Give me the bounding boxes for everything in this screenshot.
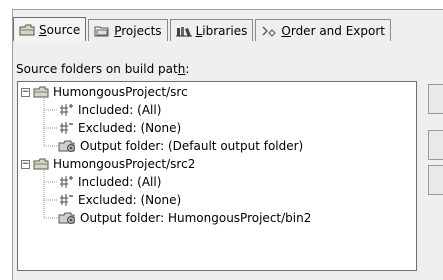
edit-button[interactable] (428, 165, 443, 195)
tab-libraries[interactable]: Libraries (169, 19, 254, 41)
source-folder-icon (33, 85, 49, 99)
tree-child-label: Output folder: HumongousProject/bin2 (80, 211, 312, 225)
tree-child-node[interactable]: Output folder: (Default output folder) (58, 137, 303, 155)
tree-child-node[interactable]: Excluded: (None) (58, 119, 181, 137)
tree-child-label: Excluded: (None) (78, 121, 182, 135)
exclusion-filter-icon (58, 193, 74, 207)
projects-icon (94, 24, 110, 38)
tab-projects[interactable]: Projects (88, 19, 168, 41)
tab-order-export-label: rder and Export (290, 23, 385, 38)
libraries-icon (175, 24, 192, 38)
inclusion-filter-icon (58, 103, 74, 117)
tree-child-node[interactable]: Included: (All) (58, 101, 161, 119)
tab-libraries-label: ibraries (202, 23, 248, 38)
output-folder-icon (58, 211, 76, 225)
tree-child-label: Excluded: (None) (78, 193, 182, 207)
tree-root-label: HumongousProject/src (53, 85, 188, 99)
tab-source-mnemonic: S (39, 22, 47, 37)
order-export-icon (261, 24, 277, 38)
tree-child-label: Output folder: (Default output folder) (80, 139, 304, 153)
tree-root-label: HumongousProject/src2 (53, 157, 196, 171)
tree-child-node[interactable]: Output folder: HumongousProject/bin2 (58, 209, 311, 227)
tab-projects-label: rojects (121, 23, 162, 38)
tab-bar: Source Projects Libraries Order and Expo… (13, 17, 393, 41)
source-folders-tree[interactable]: − HumongousProject/src Included: (All) Excl… (17, 81, 417, 271)
tab-order-export[interactable]: Order and Export (255, 19, 391, 41)
add-folder-button[interactable] (428, 84, 443, 114)
source-folder-icon (19, 23, 35, 37)
caption-suffix: : (185, 62, 190, 76)
tab-order-export-mnemonic: O (281, 23, 291, 38)
tree-child-label: Included: (All) (78, 103, 162, 117)
collapse-toggle-icon[interactable]: − (21, 87, 30, 97)
tab-source-label: ource (46, 22, 81, 37)
tree-child-label: Included: (All) (78, 175, 162, 189)
tree-child-node[interactable]: Excluded: (None) (58, 191, 181, 209)
inclusion-filter-icon (58, 175, 74, 189)
tab-source[interactable]: Source (13, 17, 87, 41)
tree-child-node[interactable]: Included: (All) (58, 173, 161, 191)
collapse-toggle-icon[interactable]: − (21, 159, 30, 169)
caption-prefix: Source folders on build pat (16, 62, 178, 76)
tree-root-node[interactable]: − HumongousProject/src (21, 83, 188, 101)
source-folders-caption: Source folders on build path: (16, 62, 189, 76)
tree-root-node[interactable]: − HumongousProject/src2 (21, 155, 195, 173)
source-folder-icon (33, 157, 49, 171)
exclusion-filter-icon (58, 121, 74, 135)
output-folder-icon (58, 139, 76, 153)
link-source-button[interactable] (428, 130, 443, 160)
